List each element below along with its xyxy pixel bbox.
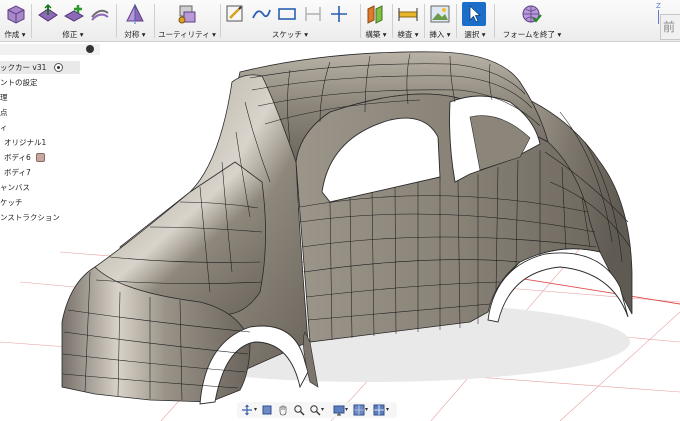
- sketch-label: スケッチ ▾: [271, 30, 309, 39]
- sketch-curve-icon: [252, 9, 271, 19]
- browser-item-label: ィ: [0, 123, 8, 132]
- browser-pin-icon[interactable]: [86, 45, 94, 53]
- finish-form-menu[interactable]: フォームを終了 ▾: [496, 0, 568, 42]
- browser-item-label: ボディ6: [4, 153, 31, 162]
- browser-item-label: 点: [0, 108, 8, 117]
- toolbar-divider: [154, 4, 155, 38]
- browser-item-construction[interactable]: ンストラクション: [0, 211, 80, 224]
- browser-item-bodies[interactable]: ィ: [0, 121, 80, 134]
- chevron-down-icon[interactable]: ▾: [345, 406, 348, 413]
- toolbar-divider: [424, 4, 425, 38]
- measure-icon: [398, 8, 418, 21]
- browser-item-label: ボディ7: [4, 168, 31, 177]
- viewcube[interactable]: Z 前: [652, 0, 680, 40]
- construct-label: 構築 ▾: [365, 30, 387, 39]
- dimension-icon: [305, 7, 321, 21]
- symmetry-label: 対称 ▾: [124, 30, 146, 39]
- zoom-icon[interactable]: [293, 404, 305, 416]
- canvas-viewport[interactable]: ックカー v31 ントの設定 理 点 ィ オリジナル1 ボディ6 ボディ7 ャン…: [0, 42, 680, 421]
- viewports-icon[interactable]: [373, 404, 385, 416]
- toolbar: 作成 ▾ 修正 ▾ 対称 ▾ ユーティリティ ▾ スケッチ ▾ 構築 ▾ 検査 …: [0, 0, 680, 42]
- utility-label: ユーティリティ ▾: [158, 30, 216, 39]
- rectangle-icon: [278, 8, 296, 20]
- browser-item-label: ケッチ: [0, 198, 23, 207]
- repair-body-icon: [178, 5, 196, 24]
- browser-item-body-7[interactable]: ボディ7: [4, 166, 84, 179]
- toolbar-divider: [116, 4, 117, 38]
- toolbar-divider: [494, 4, 495, 38]
- browser-header: [0, 44, 100, 55]
- toolbar-divider: [456, 4, 457, 38]
- select-label: 選択 ▾: [464, 30, 486, 39]
- sketch-menu[interactable]: スケッチ ▾: [222, 0, 358, 42]
- utility-menu[interactable]: ユーティリティ ▾: [156, 0, 218, 42]
- radio-icon[interactable]: [54, 63, 63, 72]
- body-tspline-icon: [36, 153, 45, 162]
- browser-item-sketches[interactable]: ケッチ: [0, 196, 80, 209]
- browser-item-settings[interactable]: ントの設定: [0, 76, 80, 89]
- construct-menu[interactable]: 構築 ▾: [362, 0, 390, 42]
- insert-edge-icon: [63, 5, 85, 22]
- symmetry-menu[interactable]: 対称 ▾: [118, 0, 152, 42]
- mirror-icon: [126, 4, 144, 24]
- display-icon[interactable]: [333, 404, 345, 416]
- browser-item-label: 理: [0, 93, 8, 102]
- edit-form-icon: [38, 3, 58, 22]
- create-box-icon: [7, 5, 25, 24]
- look-at-icon[interactable]: [261, 404, 273, 416]
- browser-item-original-1[interactable]: オリジナル1: [4, 136, 84, 149]
- modify-label: 修正 ▾: [62, 30, 84, 39]
- browser-item-label: ンストラクション: [0, 213, 60, 222]
- inspect-label: 検査 ▾: [397, 30, 419, 39]
- browser-item-body-6[interactable]: ボディ6: [4, 151, 84, 164]
- orbit-icon[interactable]: [241, 404, 253, 416]
- toolbar-divider: [392, 4, 393, 38]
- browser-panel: ックカー v31 ントの設定 理 点 ィ オリジナル1 ボディ6 ボディ7 ャン…: [0, 42, 110, 242]
- insert-menu[interactable]: 挿入 ▾: [426, 0, 454, 42]
- create-menu[interactable]: 作成 ▾: [0, 0, 30, 42]
- viewcube-z-axis: [658, 10, 659, 24]
- browser-item-canvases[interactable]: ャンバス: [0, 181, 80, 194]
- attached-canvas-icon: [430, 5, 450, 23]
- modify-menu[interactable]: 修正 ▾: [33, 0, 113, 42]
- viewcube-front-face[interactable]: 前: [660, 14, 680, 40]
- offset-plane-icon: [367, 5, 383, 24]
- toolbar-divider: [360, 4, 361, 38]
- create-label: 作成 ▾: [4, 30, 26, 39]
- constraint-icon: [331, 6, 347, 22]
- navigation-bar: ▾ ▾ ▾ ▾ ▾: [237, 402, 397, 418]
- chevron-down-icon[interactable]: ▾: [365, 406, 368, 413]
- finish-form-icon: [522, 5, 542, 23]
- browser-item-points[interactable]: 点: [0, 106, 80, 119]
- chevron-down-icon[interactable]: ▾: [386, 406, 389, 413]
- toolbar-divider: [220, 4, 221, 38]
- viewcube-z-axis-label: Z: [656, 2, 661, 10]
- insert-label: 挿入 ▾: [429, 30, 451, 39]
- create-sketch-icon: [226, 5, 243, 22]
- select-menu[interactable]: 選択 ▾: [458, 0, 492, 42]
- inspect-menu[interactable]: 検査 ▾: [394, 0, 422, 42]
- browser-item-document[interactable]: ックカー v31: [0, 61, 80, 74]
- browser-item-label: ントの設定: [0, 78, 38, 87]
- fit-icon[interactable]: [309, 404, 321, 416]
- browser-item-management[interactable]: 理: [0, 91, 80, 104]
- crease-icon: [91, 9, 109, 21]
- grid-icon[interactable]: [353, 404, 365, 416]
- finish-form-label: フォームを終了 ▾: [502, 30, 562, 39]
- browser-item-label: オリジナル1: [4, 138, 47, 147]
- pan-icon[interactable]: [277, 404, 289, 416]
- browser-item-label: ックカー v31: [0, 63, 47, 72]
- browser-item-label: ャンバス: [0, 183, 30, 192]
- chevron-down-icon[interactable]: ▾: [254, 406, 257, 413]
- toolbar-divider: [31, 4, 32, 38]
- cursor-icon: [469, 5, 482, 23]
- chevron-down-icon[interactable]: ▾: [321, 406, 324, 413]
